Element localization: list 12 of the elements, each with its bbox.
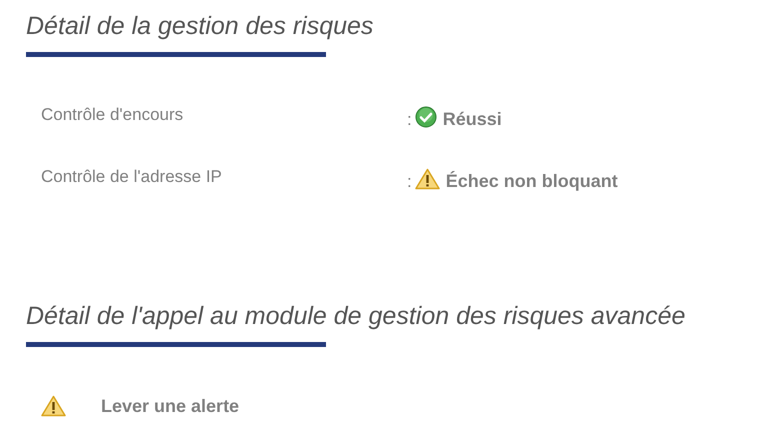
check-result: Échec non bloquant xyxy=(446,170,618,192)
check-label: Contrôle d'encours xyxy=(41,105,184,125)
action-label: Lever une alerte xyxy=(101,396,240,416)
separator: : xyxy=(407,110,412,130)
warning-icon xyxy=(414,168,440,190)
check-icon xyxy=(414,106,437,128)
separator: : xyxy=(407,172,412,192)
section-title: Détail de l'appel au module de gestion des risques avancée xyxy=(26,301,686,332)
warning-icon xyxy=(41,395,66,417)
section-title: Détail de la gestion des risques xyxy=(26,11,374,42)
check-label: Contrôle de l'adresse IP xyxy=(41,167,223,187)
check-result: Réussi xyxy=(442,108,502,130)
